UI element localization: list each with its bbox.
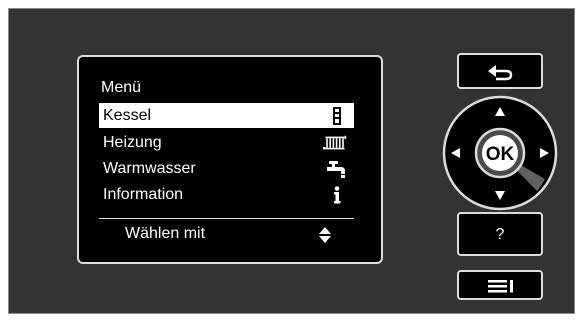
menu-item-information[interactable]: Information (99, 182, 354, 207)
menu-item-label: Kessel (103, 107, 152, 124)
help-label: ? (495, 226, 505, 243)
menu-item-label: Heizung (103, 134, 162, 151)
boiler-icon (333, 107, 341, 125)
menu-item-heizung[interactable]: Heizung (99, 130, 354, 155)
ok-label: OK (486, 144, 515, 165)
help-button[interactable]: ? (457, 212, 543, 256)
radiator-icon (323, 135, 347, 150)
menu-divider (99, 218, 354, 219)
back-button[interactable] (457, 53, 543, 89)
menu-item-warmwasser[interactable]: Warmwasser (99, 156, 354, 181)
footer-label: Wählen mit (125, 225, 206, 242)
menu-icon (488, 280, 513, 293)
info-icon (334, 186, 341, 204)
up-down-arrows-icon (319, 227, 331, 243)
menu-item-label: Warmwasser (103, 160, 196, 177)
menu-button[interactable] (457, 270, 543, 300)
menu-title: Menü (101, 79, 142, 96)
menu-item-label: Information (103, 186, 184, 203)
navigation-pad: OK (442, 95, 558, 211)
menu-item-kessel[interactable]: Kessel (99, 103, 354, 128)
display-screen: Menü Kessel Heizung Warmwasser Informati… (77, 55, 383, 264)
faucet-icon (327, 161, 345, 178)
back-arrow-icon (488, 65, 513, 81)
